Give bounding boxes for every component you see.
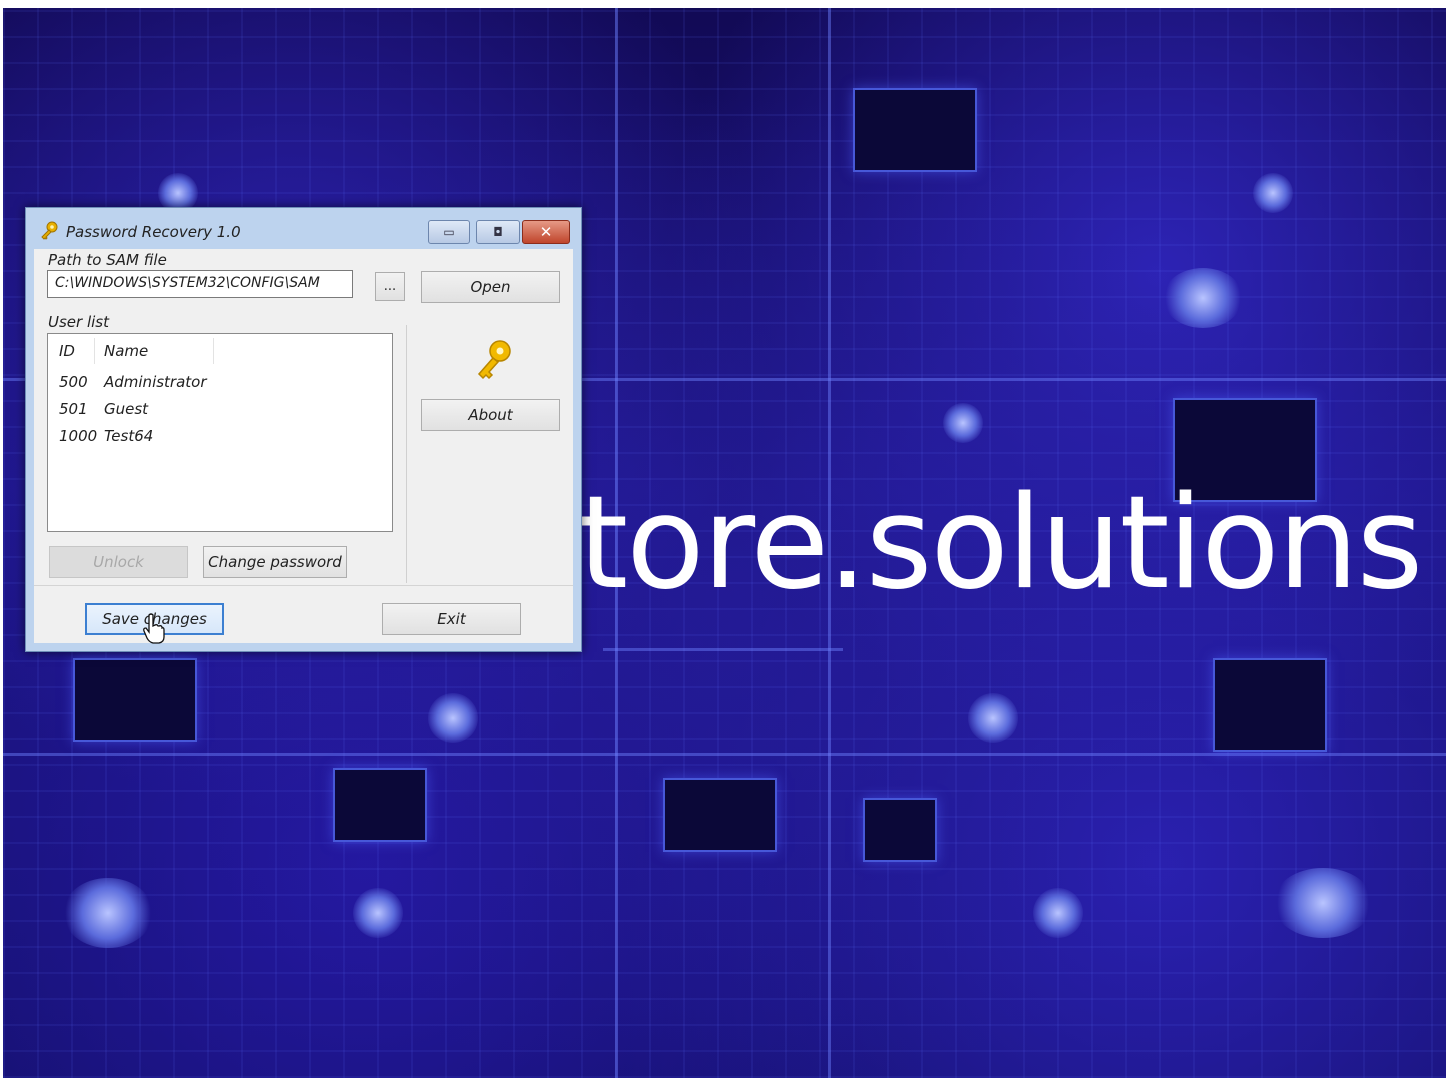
about-button[interactable]: About [421, 399, 560, 431]
close-icon: ✕ [539, 223, 553, 241]
user-id: 501 [59, 400, 88, 418]
user-name: Administrator [104, 373, 207, 391]
circuit-chip [853, 88, 977, 172]
password-recovery-window: Password Recovery 1.0 ▭ ◘ ✕ Path to SAM … [25, 207, 582, 652]
circuit-trace [3, 753, 1446, 756]
circuit-trace [603, 648, 843, 651]
panel-divider [406, 325, 407, 583]
unlock-button[interactable]: Unlock [49, 546, 188, 578]
circuit-chip [1213, 658, 1327, 752]
background-brand-text: tore.solutions [578, 469, 1423, 618]
user-name: Test64 [104, 427, 154, 445]
circuit-pad [1033, 888, 1083, 938]
circuit-pad [428, 693, 478, 743]
user-name: Guest [104, 400, 149, 418]
exit-button[interactable]: Exit [382, 603, 521, 635]
user-list-label: User list [48, 313, 109, 331]
circuit-pad [943, 403, 983, 443]
key-icon [477, 340, 511, 380]
circuit-chip [73, 658, 197, 742]
hand-cursor-icon [143, 613, 165, 644]
user-id: 500 [59, 373, 88, 391]
minimize-icon: ▭ [443, 225, 455, 239]
circuit-pad [353, 888, 403, 938]
maximize-button[interactable]: ◘ [476, 220, 520, 244]
list-item[interactable]: 501 Guest [48, 397, 392, 424]
list-item[interactable]: 1000 Test64 [48, 424, 392, 451]
window-client-area: Path to SAM file C:\WINDOWS\SYSTEM32\CON… [34, 249, 573, 643]
circuit-pad [1253, 173, 1293, 213]
user-list[interactable]: ID Name 500 Administrator 501 Guest 1000… [47, 333, 393, 532]
circuit-chip [863, 798, 937, 862]
list-item[interactable]: 500 Administrator [48, 370, 392, 397]
minimize-button[interactable]: ▭ [428, 220, 470, 244]
circuit-pad [1163, 268, 1243, 328]
path-label: Path to SAM file [48, 251, 167, 269]
close-button[interactable]: ✕ [522, 220, 570, 244]
open-button[interactable]: Open [421, 271, 560, 303]
circuit-chip [663, 778, 777, 852]
circuit-pad [63, 878, 153, 948]
circuit-chip [333, 768, 427, 842]
browse-button[interactable]: ... [375, 272, 405, 301]
column-separator [213, 338, 214, 364]
title-bar[interactable]: Password Recovery 1.0 ▭ ◘ ✕ [26, 208, 581, 248]
key-icon [41, 221, 58, 240]
change-password-button[interactable]: Change password [203, 546, 347, 578]
circuit-pad [1273, 868, 1373, 938]
circuit-pad [968, 693, 1018, 743]
section-divider [34, 585, 573, 586]
sam-path-input[interactable]: C:\WINDOWS\SYSTEM32\CONFIG\SAM [47, 270, 353, 298]
maximize-icon: ◘ [493, 225, 503, 239]
user-id: 1000 [59, 427, 98, 445]
window-title: Password Recovery 1.0 [66, 223, 241, 241]
column-separator [94, 338, 95, 364]
